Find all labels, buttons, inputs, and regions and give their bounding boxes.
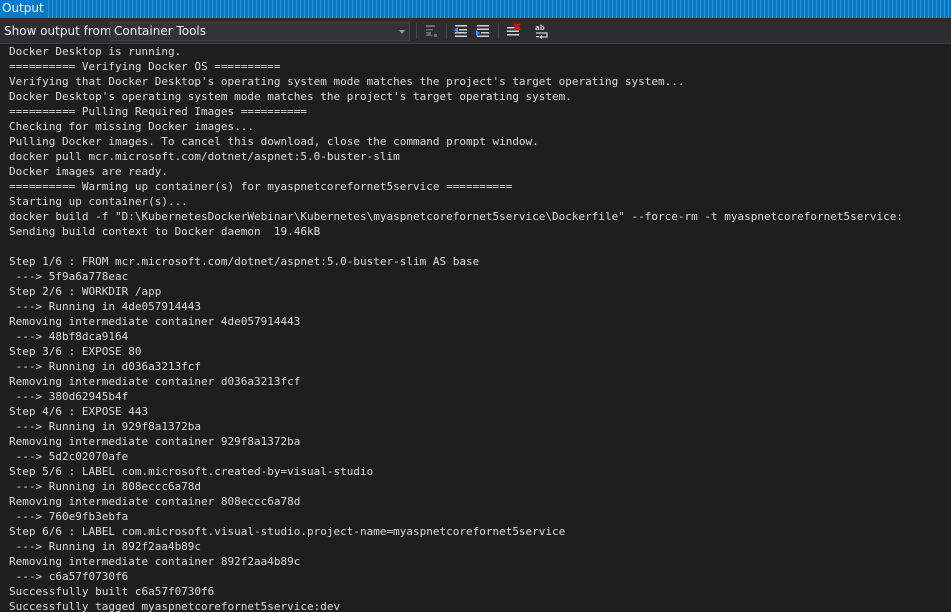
toolbar-separator — [498, 23, 499, 39]
go-to-next-message-button[interactable] — [473, 21, 493, 41]
output-line: docker build -f "D:\KubernetesDockerWebi… — [9, 210, 904, 223]
find-message-icon — [423, 23, 439, 39]
output-pane[interactable]: Docker Desktop is running. ========== Ver… — [0, 44, 951, 612]
output-line: Removing intermediate container d036a321… — [9, 375, 301, 388]
output-line: Step 2/6 : WORKDIR /app — [9, 285, 162, 298]
tool-window-title-bar[interactable]: Output — [0, 0, 951, 18]
output-line: Step 1/6 : FROM mcr.microsoft.com/dotnet… — [9, 255, 480, 268]
chevron-down-icon — [399, 30, 405, 34]
toggle-word-wrap-icon: ab — [534, 23, 550, 39]
output-line: Removing intermediate container 892f2aa4… — [9, 555, 301, 568]
output-line: Removing intermediate container 4de05791… — [9, 315, 301, 328]
toolbar-separator — [416, 23, 417, 39]
output-line: ---> Running in 808eccc6a78d — [9, 480, 202, 493]
find-message-button[interactable] — [421, 21, 441, 41]
output-line: Starting up container(s)... — [9, 195, 188, 208]
toolbar-separator — [446, 23, 447, 39]
output-window: Output Show output from: Container Tools — [0, 0, 951, 612]
clear-all-button[interactable] — [503, 21, 523, 41]
output-line: Pulling Docker images. To cancel this do… — [9, 135, 539, 148]
output-line: Step 6/6 : LABEL com.microsoft.visual-st… — [9, 525, 566, 538]
output-source-dropdown[interactable]: Container Tools — [110, 22, 410, 41]
go-to-previous-icon — [453, 23, 469, 39]
output-line: Checking for missing Docker images... — [9, 120, 255, 133]
output-line: Step 4/6 : EXPOSE 443 — [9, 405, 149, 418]
output-line: Step 3/6 : EXPOSE 80 — [9, 345, 142, 358]
output-line: ========== Warming up container(s) for m… — [9, 180, 513, 193]
output-line: Docker Desktop's operating system mode m… — [9, 90, 572, 103]
clear-all-icon — [505, 23, 521, 39]
window-title: Output — [0, 0, 48, 18]
output-line: Successfully tagged myaspnetcorefornet5s… — [9, 600, 341, 612]
output-line: Verifying that Docker Desktop's operatin… — [9, 75, 685, 88]
output-line: Removing intermediate container 808eccc6… — [9, 495, 301, 508]
output-line: ---> 5f9a6a778eac — [9, 270, 129, 283]
output-line: ========== Verifying Docker OS =========… — [9, 60, 281, 73]
output-line: ---> c6a57f0730f6 — [9, 570, 129, 583]
show-output-from-label: Show output from: — [4, 24, 116, 38]
go-to-previous-message-button[interactable] — [451, 21, 471, 41]
output-line: ---> Running in 892f2aa4b89c — [9, 540, 202, 553]
output-line: Sending build context to Docker daemon 1… — [9, 225, 321, 238]
output-line: ---> Running in 929f8a1372ba — [9, 420, 202, 433]
output-line: Step 5/6 : LABEL com.microsoft.created-b… — [9, 465, 374, 478]
output-line: docker pull mcr.microsoft.com/dotnet/asp… — [9, 150, 400, 163]
output-toolbar: Show output from: Container Tools ab — [0, 18, 951, 44]
toggle-word-wrap-button[interactable]: ab — [532, 21, 552, 41]
output-line: ========== Pulling Required Images =====… — [9, 105, 308, 118]
output-line: Removing intermediate container 929f8a13… — [9, 435, 301, 448]
output-source-value: Container Tools — [114, 24, 207, 38]
output-line: Successfully built c6a57f0730f6 — [9, 585, 215, 598]
output-line: ---> 48bf8dca9164 — [9, 330, 129, 343]
output-line: ---> Running in 4de057914443 — [9, 300, 202, 313]
output-line: Docker images are ready. — [9, 165, 168, 178]
svg-text:ab: ab — [535, 24, 545, 32]
go-to-next-icon — [475, 23, 491, 39]
output-line: ---> Running in d036a3213fcf — [9, 360, 202, 373]
output-line: ---> 760e9fb3ebfa — [9, 510, 129, 523]
output-line: Docker Desktop is running. — [9, 45, 182, 58]
output-line: ---> 5d2c02070afe — [9, 450, 129, 463]
output-line: ---> 380d62945b4f — [9, 390, 129, 403]
output-text[interactable]: Docker Desktop is running. ========== Ver… — [0, 44, 951, 612]
